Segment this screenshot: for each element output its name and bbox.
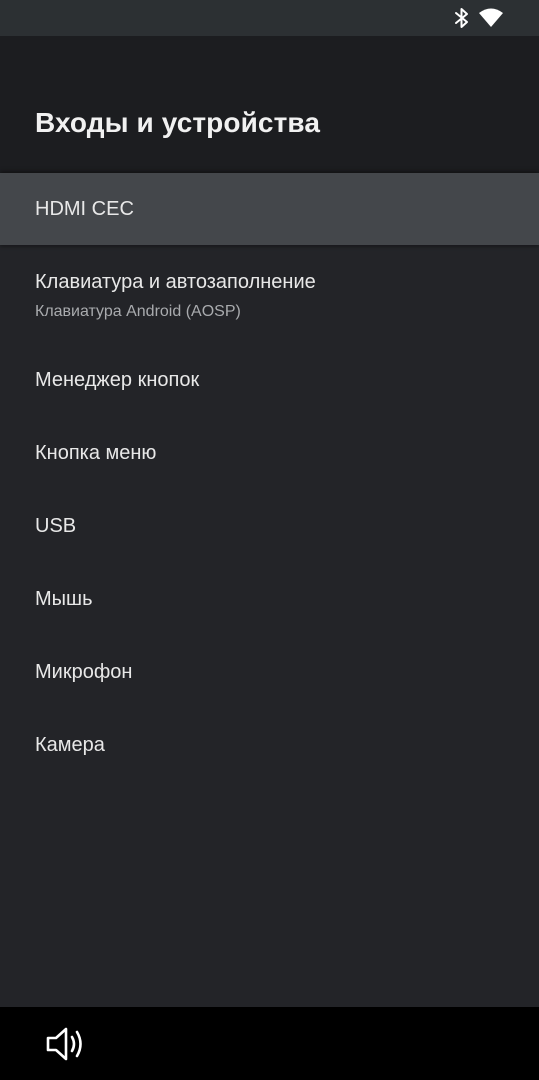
list-item-keyboard[interactable]: Клавиатура и автозаполнение Клавиатура A… xyxy=(0,245,539,353)
list-item-camera[interactable]: Камера xyxy=(0,718,539,791)
list-item-hdmi-cec[interactable]: HDMI CEC xyxy=(0,173,539,245)
list-item-sublabel: Клавиатура Android (AOSP) xyxy=(35,303,241,320)
list-item-label: Клавиатура и автозаполнение xyxy=(35,271,316,293)
header: Входы и устройства xyxy=(0,36,539,173)
list-item-menu-button[interactable]: Кнопка меню xyxy=(0,426,539,499)
list-item-label: USB xyxy=(35,515,77,537)
list-item-label: HDMI CEC xyxy=(35,198,134,220)
screen: Входы и устройства HDMI CEC Клавиатура и… xyxy=(0,0,539,1080)
wifi-icon xyxy=(479,8,503,27)
list-item-microphone[interactable]: Микрофон xyxy=(0,645,539,718)
status-bar xyxy=(0,0,539,36)
volume-icon[interactable] xyxy=(44,1025,86,1063)
list-item-mouse[interactable]: Мышь xyxy=(0,572,539,645)
page-title: Входы и устройства xyxy=(35,107,320,138)
list-item-label: Микрофон xyxy=(35,661,133,683)
bluetooth-icon xyxy=(455,8,468,28)
navigation-bar xyxy=(0,1007,539,1080)
list-item-button-manager[interactable]: Менеджер кнопок xyxy=(0,353,539,426)
list-item-label: Камера xyxy=(35,734,105,756)
list-item-usb[interactable]: USB xyxy=(0,499,539,572)
list-item-label: Кнопка меню xyxy=(35,442,157,464)
list-item-label: Мышь xyxy=(35,588,93,610)
list-item-label: Менеджер кнопок xyxy=(35,369,200,391)
